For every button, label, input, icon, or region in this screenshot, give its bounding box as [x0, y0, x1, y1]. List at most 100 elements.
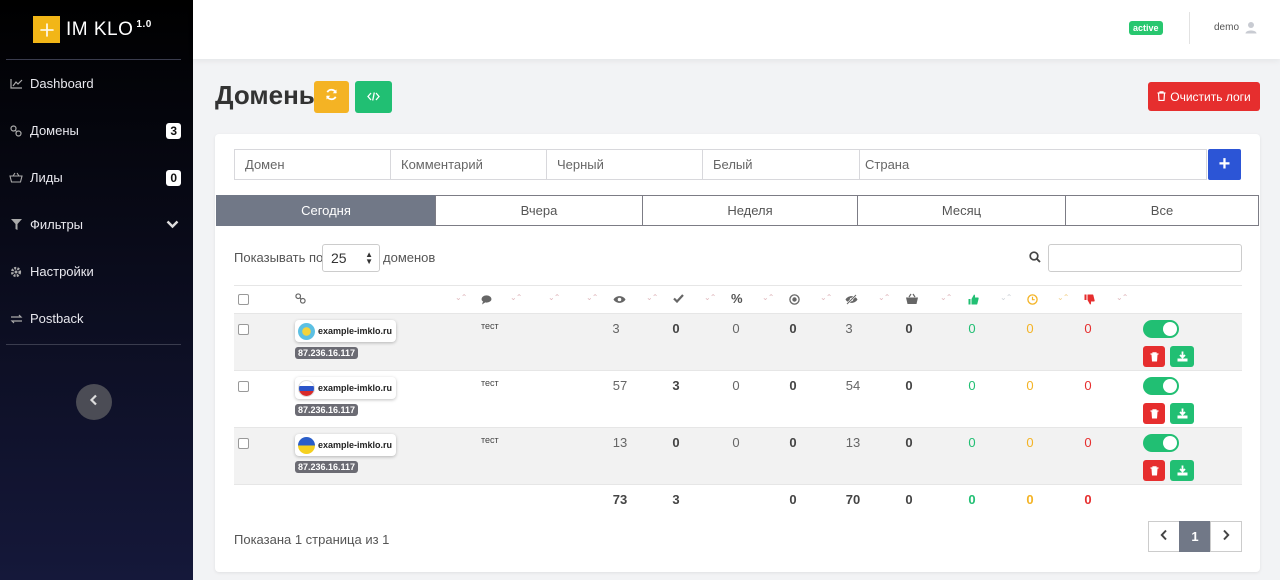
- thumbs-down-icon[interactable]: [1084, 294, 1095, 305]
- refresh-button[interactable]: [314, 81, 349, 113]
- delete-domain-button[interactable]: [1143, 403, 1165, 424]
- basket-value: 0: [905, 378, 913, 393]
- table-row[interactable]: example-imklo.ru 87.236.16.117 тест 3 0 …: [234, 314, 1242, 371]
- total-hidden: 70: [845, 492, 861, 507]
- delete-domain-button[interactable]: [1143, 460, 1165, 481]
- next-page-button[interactable]: [1210, 521, 1242, 552]
- add-domain-button[interactable]: +: [1208, 149, 1241, 180]
- sidebar-item-leads[interactable]: Лиды 0: [6, 154, 181, 201]
- tab-week[interactable]: Неделя: [642, 195, 858, 226]
- total-basket: 0: [905, 492, 913, 507]
- table-search-input[interactable]: [1048, 244, 1242, 272]
- checks-value: 0: [672, 321, 680, 336]
- chevron-down-icon[interactable]: [166, 217, 179, 232]
- select-arrows-icon: ▲ ▼: [365, 250, 373, 266]
- sort-icon[interactable]: ⌄⌃: [455, 293, 467, 302]
- user-icon[interactable]: [1245, 21, 1257, 39]
- tab-today[interactable]: Сегодня: [216, 195, 436, 226]
- eye-slash-icon[interactable]: [845, 294, 858, 305]
- per-page-select[interactable]: 25 ▲ ▼: [322, 244, 380, 272]
- trash-icon: [1157, 90, 1166, 104]
- sidebar-item-label: Фильтры: [30, 217, 84, 232]
- black-input[interactable]: [546, 149, 703, 180]
- sort-icon[interactable]: ⌄⌃: [1057, 293, 1069, 302]
- clock-icon[interactable]: [1027, 294, 1038, 305]
- sidebar-item-label: Настройки: [30, 264, 94, 279]
- row-checkbox[interactable]: [238, 324, 249, 335]
- country-input[interactable]: [859, 149, 1207, 180]
- sort-icon[interactable]: ⌄⌃: [646, 293, 658, 302]
- views-value: 57: [612, 378, 628, 393]
- ip-badge: 87.236.16.117: [295, 404, 359, 416]
- user-name[interactable]: demo: [1214, 22, 1239, 33]
- domain-chip[interactable]: example-imklo.ru: [295, 320, 397, 342]
- pending-value: 0: [1026, 435, 1034, 450]
- sort-icon[interactable]: ⌄⌃: [820, 293, 832, 302]
- domain-chip[interactable]: example-imklo.ru: [295, 434, 397, 456]
- prev-page-button[interactable]: [1148, 521, 1180, 552]
- thumbs-up-icon[interactable]: [968, 294, 979, 305]
- sidebar-item-label: Лиды: [30, 170, 63, 185]
- page-number-button[interactable]: 1: [1179, 521, 1211, 552]
- views-value: 3: [612, 321, 620, 336]
- sidebar-nav: Dashboard Домены 3 Лиды 0 Фильтры Настро…: [6, 59, 181, 342]
- eye-icon[interactable]: [613, 295, 626, 304]
- brand[interactable]: IM KLO 1.0: [0, 0, 193, 59]
- sort-icon[interactable]: ⌄⌃: [586, 293, 598, 302]
- download-button[interactable]: [1170, 460, 1194, 481]
- check-icon[interactable]: [673, 294, 684, 303]
- tab-all[interactable]: Все: [1065, 195, 1259, 226]
- total-target: 0: [789, 492, 797, 507]
- domain-input[interactable]: [234, 149, 391, 180]
- clear-logs-button[interactable]: Очистить логи: [1148, 82, 1260, 111]
- pending-value: 0: [1026, 378, 1034, 393]
- per-page-value: 25: [331, 250, 347, 266]
- sidebar-item-domains[interactable]: Домены 3: [6, 107, 181, 154]
- code-icon: [367, 88, 380, 106]
- sort-icon[interactable]: ⌄⌃: [940, 293, 952, 302]
- sidebar-item-postback[interactable]: Postback: [6, 295, 181, 342]
- domain-enabled-toggle[interactable]: [1143, 377, 1179, 395]
- delete-domain-button[interactable]: [1143, 346, 1165, 367]
- likes-value: 0: [968, 321, 976, 336]
- chevron-left-icon: [1160, 529, 1168, 544]
- chart-line-icon: [8, 78, 24, 89]
- link-icon[interactable]: [295, 293, 306, 304]
- download-button[interactable]: [1170, 403, 1194, 424]
- sort-icon[interactable]: ⌄⌃: [548, 293, 560, 302]
- page-title: Домены: [215, 80, 321, 110]
- basket-value: 0: [905, 321, 913, 336]
- tab-yesterday[interactable]: Вчера: [435, 195, 643, 226]
- table-row[interactable]: example-imklo.ru 87.236.16.117 тест 57 3…: [234, 371, 1242, 428]
- table-row[interactable]: example-imklo.ru 87.236.16.117 тест 13 0…: [234, 428, 1242, 485]
- row-checkbox[interactable]: [238, 438, 249, 449]
- tab-month[interactable]: Месяц: [857, 195, 1066, 226]
- sort-icon[interactable]: ⌄⌃: [1000, 293, 1012, 302]
- total-dislikes: 0: [1084, 492, 1092, 507]
- domain-enabled-toggle[interactable]: [1143, 434, 1179, 452]
- select-all-checkbox[interactable]: [238, 294, 249, 305]
- sidebar-item-filters[interactable]: Фильтры: [6, 201, 181, 248]
- percent-icon[interactable]: %: [731, 291, 743, 306]
- collapse-sidebar-button[interactable]: [75, 383, 112, 420]
- sort-icon[interactable]: ⌄⌃: [704, 293, 716, 302]
- comment-input[interactable]: [390, 149, 547, 180]
- download-button[interactable]: [1170, 346, 1194, 367]
- domain-chip[interactable]: example-imklo.ru: [295, 377, 397, 399]
- comment-icon[interactable]: [481, 295, 492, 305]
- sort-icon[interactable]: ⌄⌃: [1116, 293, 1128, 302]
- sort-icon[interactable]: ⌄⌃: [878, 293, 890, 302]
- flag-kz-icon: [298, 322, 315, 340]
- target-value: 0: [789, 435, 797, 450]
- sort-icon[interactable]: ⌄⌃: [762, 293, 774, 302]
- domains-card: + Сегодня Вчера Неделя Месяц Все Показыв…: [215, 134, 1260, 572]
- domain-enabled-toggle[interactable]: [1143, 320, 1179, 338]
- row-checkbox[interactable]: [238, 381, 249, 392]
- code-button[interactable]: [355, 81, 392, 113]
- basket-icon[interactable]: [905, 293, 919, 305]
- sidebar-item-settings[interactable]: Настройки: [6, 248, 181, 295]
- sidebar-item-dashboard[interactable]: Dashboard: [6, 60, 181, 107]
- white-input[interactable]: [702, 149, 860, 180]
- target-icon[interactable]: [789, 294, 800, 305]
- sort-icon[interactable]: ⌄⌃: [510, 293, 522, 302]
